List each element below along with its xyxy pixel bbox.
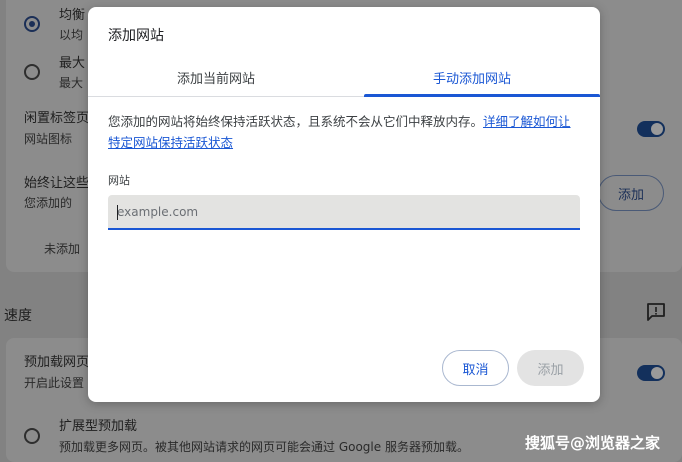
- active-tab-indicator: [364, 94, 600, 97]
- inactive-tabs-title: 闲置标签页: [24, 111, 90, 126]
- always-active-add-button[interactable]: 添加: [598, 175, 664, 211]
- site-url-input[interactable]: [117, 204, 580, 219]
- extended-preload-radio[interactable]: [24, 428, 40, 444]
- preload-toggle[interactable]: [637, 365, 665, 381]
- maximum-option-label: 最大: [59, 56, 86, 71]
- description-text: 您添加的网站将始终保持活跃状态，且系统不会从它们中释放内存。: [108, 114, 484, 129]
- cancel-button[interactable]: 取消: [442, 350, 509, 386]
- always-active-desc: 您添加的: [24, 196, 73, 210]
- tab-add-current-site[interactable]: 添加当前网站: [88, 57, 344, 97]
- site-field-label: 网站: [108, 174, 130, 187]
- add-site-dialog: 添加网站 添加当前网站 手动添加网站 您添加的网站将始终保持活跃状态，且系统不会…: [88, 7, 600, 402]
- always-active-title: 始终让这些: [24, 176, 90, 191]
- balanced-option-desc: 以均: [59, 28, 84, 42]
- site-field-container: [108, 195, 580, 230]
- maximum-option-desc: 最大: [59, 76, 84, 90]
- dialog-description: 您添加的网站将始终保持活跃状态，且系统不会从它们中释放内存。详细了解如何让特定网…: [108, 111, 583, 153]
- maximum-radio[interactable]: [24, 64, 40, 80]
- preload-desc: 开启此设置: [24, 376, 85, 390]
- speed-section-title: 速度: [4, 308, 32, 324]
- always-active-empty-text: 未添加: [44, 242, 81, 256]
- balanced-radio[interactable]: [24, 16, 40, 32]
- watermark-text: 搜狐号@浏览器之家: [525, 434, 661, 452]
- preload-title: 预加载网页: [24, 355, 90, 370]
- feedback-icon[interactable]: [646, 303, 666, 321]
- extended-preload-title: 扩展型预加载: [59, 419, 138, 434]
- add-button[interactable]: 添加: [517, 350, 584, 386]
- tab-add-site-manually[interactable]: 手动添加网站: [344, 57, 600, 97]
- inactive-tabs-toggle[interactable]: [637, 121, 665, 137]
- extended-preload-desc: 预加载更多网页。被其他网站请求的网页可能会通过 Google 服务器预加载。: [59, 440, 469, 454]
- dialog-title: 添加网站: [108, 28, 164, 44]
- text-cursor: [117, 205, 118, 220]
- dialog-tabs: 添加当前网站 手动添加网站: [88, 57, 600, 97]
- inactive-tabs-desc: 网站图标: [24, 132, 73, 146]
- balanced-option-label: 均衡: [59, 8, 86, 23]
